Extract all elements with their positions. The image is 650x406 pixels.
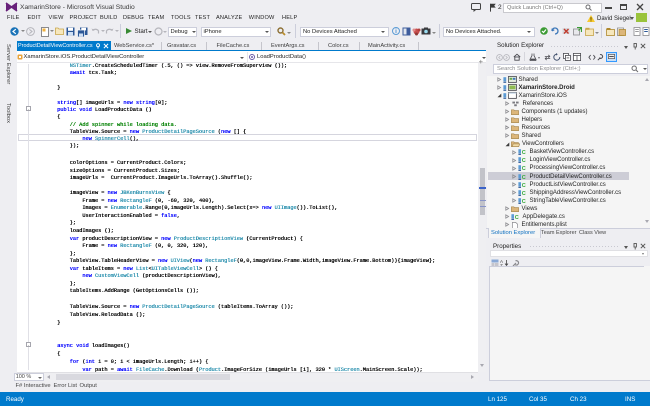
svg-text:C: C xyxy=(522,183,526,188)
svg-text:C: C xyxy=(522,159,526,164)
svg-text:C: C xyxy=(522,175,526,180)
svg-text:C: C xyxy=(515,215,519,220)
svg-text:C: C xyxy=(522,151,526,156)
svg-text:C: C xyxy=(522,191,526,196)
svg-text:C: C xyxy=(522,199,526,204)
svg-text:C: C xyxy=(522,167,526,172)
